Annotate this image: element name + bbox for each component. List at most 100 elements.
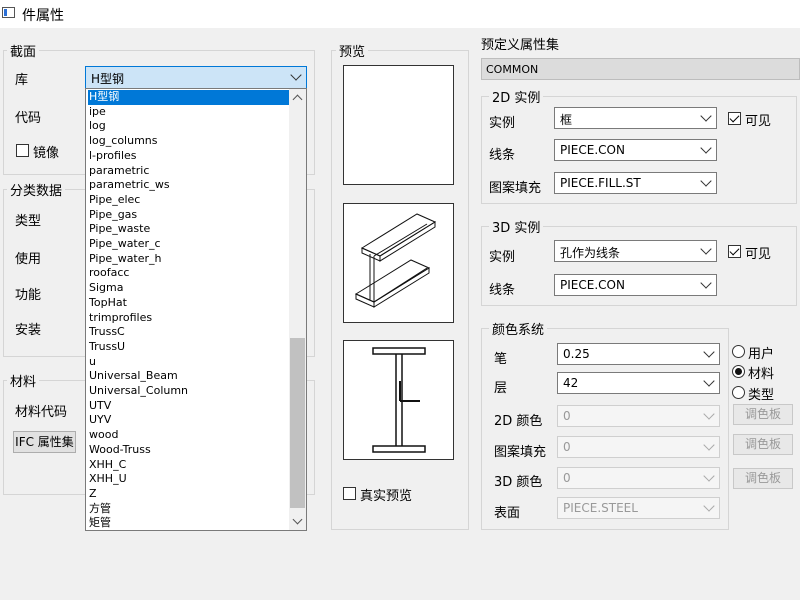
dropdown-item[interactable]: l-profiles bbox=[88, 149, 137, 164]
color2d-combo[interactable]: 0 bbox=[557, 405, 720, 427]
dropdown-item[interactable]: TopHat bbox=[88, 296, 127, 311]
dropdown-scrollbar[interactable] bbox=[289, 89, 306, 530]
dropdown-item[interactable]: UTV bbox=[88, 399, 111, 414]
pen-label: 笔 bbox=[494, 352, 508, 367]
classification-group-label: 分类数据 bbox=[7, 180, 66, 199]
dropdown-item[interactable]: Pipe_water_h bbox=[88, 252, 162, 267]
instance3d-line-value: PIECE.CON bbox=[560, 278, 625, 292]
dropdown-item[interactable]: Wood-Truss bbox=[88, 443, 151, 458]
instance3d-label: 3D 实例 bbox=[489, 217, 544, 236]
dropdown-item[interactable]: log_columns bbox=[88, 134, 158, 149]
h-section-icon bbox=[372, 347, 426, 453]
chevron-down-icon bbox=[700, 243, 712, 255]
instance3d-visible-label: 可见 bbox=[745, 247, 772, 262]
function-label: 功能 bbox=[15, 288, 42, 303]
pen-combo[interactable]: 0.25 bbox=[557, 343, 720, 365]
dropdown-item[interactable]: Pipe_gas bbox=[88, 208, 137, 223]
dropdown-item[interactable]: Sigma bbox=[88, 281, 123, 296]
dropdown-item[interactable]: XHH_C bbox=[88, 458, 126, 473]
color3d-combo[interactable]: 0 bbox=[557, 467, 720, 489]
pen-value: 0.25 bbox=[563, 347, 590, 361]
dropdown-item[interactable]: log bbox=[88, 119, 106, 134]
dropdown-item[interactable]: Pipe_elec bbox=[88, 193, 140, 208]
dropdown-item[interactable]: TrussC bbox=[88, 325, 125, 340]
material-group-label: 材料 bbox=[7, 371, 40, 390]
color-fill-combo[interactable]: 0 bbox=[557, 436, 720, 458]
dropdown-item[interactable]: u bbox=[88, 355, 96, 370]
chevron-down-icon bbox=[700, 110, 712, 122]
instance3d-visible-checkbox[interactable] bbox=[728, 245, 741, 258]
predefined-field[interactable]: COMMON bbox=[481, 58, 800, 80]
color-fill-label: 图案填充 bbox=[494, 445, 547, 460]
instance2d-visible-checkbox[interactable] bbox=[728, 112, 741, 125]
radio-material-label: 材料 bbox=[748, 367, 775, 382]
dropdown-item[interactable]: roofacc bbox=[88, 266, 129, 281]
instance2d-instance-value: 框 bbox=[560, 113, 573, 127]
surface-combo[interactable]: PIECE.STEEL bbox=[557, 497, 720, 519]
section-group-label: 截面 bbox=[7, 41, 40, 60]
real-preview-checkbox[interactable] bbox=[343, 487, 356, 500]
dropdown-item[interactable]: 方管 bbox=[88, 502, 111, 517]
palette-button-2d[interactable]: 调色板 bbox=[733, 404, 793, 425]
dropdown-item[interactable]: H型钢 bbox=[88, 90, 289, 105]
color2d-value: 0 bbox=[563, 409, 571, 423]
scroll-up-icon[interactable] bbox=[292, 94, 303, 105]
instance2d-label: 2D 实例 bbox=[489, 87, 544, 106]
mirror-label: 镜像 bbox=[33, 146, 60, 161]
dropdown-item[interactable]: Universal_Column bbox=[88, 384, 188, 399]
preview-3d bbox=[343, 203, 454, 323]
radio-material[interactable] bbox=[732, 365, 745, 378]
radio-user-label: 用户 bbox=[748, 347, 775, 362]
library-combo[interactable]: H型钢 bbox=[85, 66, 307, 89]
instance2d-line-value: PIECE.CON bbox=[560, 143, 625, 157]
instance2d-instance-combo[interactable]: 框 bbox=[554, 107, 717, 129]
scrollbar-thumb[interactable] bbox=[290, 338, 305, 508]
layer-combo[interactable]: 42 bbox=[557, 372, 720, 394]
dropdown-item[interactable]: ipe bbox=[88, 105, 106, 120]
dropdown-item[interactable]: Pipe_waste bbox=[88, 222, 150, 237]
instance2d-line-label: 线条 bbox=[489, 148, 516, 163]
instance2d-visible-label: 可见 bbox=[745, 114, 772, 129]
install-label: 安装 bbox=[15, 323, 42, 338]
h-beam-3d-icon bbox=[354, 213, 437, 308]
dropdown-item[interactable]: UYV bbox=[88, 413, 111, 428]
preview-group-label: 预览 bbox=[336, 41, 369, 60]
dropdown-item[interactable]: Pipe_water_c bbox=[88, 237, 161, 252]
dropdown-item[interactable]: Z bbox=[88, 487, 97, 502]
instance3d-instance-label: 实例 bbox=[489, 250, 516, 265]
window-title: 件属性 bbox=[22, 8, 64, 24]
radio-user[interactable] bbox=[732, 345, 745, 358]
palette-button-3d[interactable]: 调色板 bbox=[733, 468, 793, 489]
instance3d-instance-value: 孔作为线条 bbox=[560, 246, 621, 260]
dropdown-item[interactable]: XHH_U bbox=[88, 472, 127, 487]
color3d-value: 0 bbox=[563, 471, 571, 485]
dropdown-item[interactable]: TrussU bbox=[88, 340, 125, 355]
chevron-down-icon bbox=[700, 277, 712, 289]
instance2d-fill-label: 图案填充 bbox=[489, 181, 542, 196]
dropdown-item[interactable]: wood bbox=[88, 428, 118, 443]
predefined-value: COMMON bbox=[486, 63, 539, 76]
instance3d-line-combo[interactable]: PIECE.CON bbox=[554, 274, 717, 296]
color3d-label: 3D 颜色 bbox=[494, 475, 543, 490]
color-system-label: 颜色系统 bbox=[489, 319, 548, 338]
mirror-checkbox[interactable] bbox=[16, 144, 29, 157]
instance2d-line-combo[interactable]: PIECE.CON bbox=[554, 139, 717, 161]
library-dropdown-list[interactable]: H型钢 ipe log log_columns l-profiles parametric… bbox=[85, 88, 307, 531]
predefined-label: 预定义属性集 bbox=[481, 38, 560, 53]
dropdown-item[interactable]: Universal_Beam bbox=[88, 369, 178, 384]
dropdown-item[interactable]: parametric_ws bbox=[88, 178, 170, 193]
dropdown-item[interactable]: parametric bbox=[88, 164, 149, 179]
radio-type[interactable] bbox=[732, 386, 745, 399]
chevron-down-icon bbox=[703, 470, 715, 482]
layer-value: 42 bbox=[563, 376, 579, 390]
dropdown-item[interactable]: 矩管 bbox=[88, 516, 111, 530]
instance2d-fill-combo[interactable]: PIECE.FILL.ST bbox=[554, 172, 717, 194]
instance3d-instance-combo[interactable]: 孔作为线条 bbox=[554, 240, 717, 262]
instance2d-instance-label: 实例 bbox=[489, 116, 516, 131]
material-code-label: 材料代码 bbox=[15, 405, 68, 420]
dropdown-item[interactable]: trimprofiles bbox=[88, 311, 152, 326]
chevron-down-icon bbox=[703, 408, 715, 420]
scroll-down-icon[interactable] bbox=[292, 514, 303, 525]
palette-button-fill[interactable]: 调色板 bbox=[733, 434, 793, 455]
ifc-property-set-button[interactable]: IFC 属性集 bbox=[13, 431, 76, 453]
